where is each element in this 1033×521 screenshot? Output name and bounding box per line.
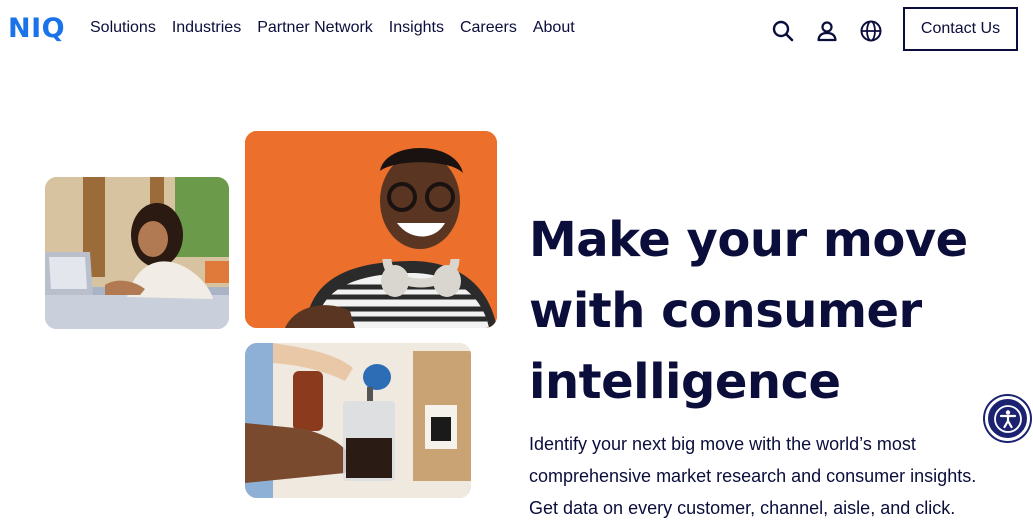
nav-item-partner-network[interactable]: Partner Network [257, 19, 373, 37]
woman-laptop-photo [45, 177, 229, 329]
nav-item-industries[interactable]: Industries [172, 19, 241, 37]
niq-logo[interactable]: NIQ [8, 12, 65, 44]
main-nav: Solutions Industries Partner Network Ins… [90, 19, 591, 37]
hero-title-line: intelligence [529, 354, 841, 410]
hero-title-line: with consumer [529, 283, 922, 339]
nav-item-solutions[interactable]: Solutions [90, 19, 156, 37]
accessibility-icon [993, 404, 1022, 433]
hero-description-line: Get data on every customer, channel, ais… [529, 498, 956, 518]
nav-item-insights[interactable]: Insights [389, 19, 444, 37]
hero-title-line: Make your move [529, 212, 968, 268]
hero-title: Make your move with consumer intelligenc… [529, 205, 1009, 418]
nav-item-about[interactable]: About [533, 19, 575, 37]
search-icon[interactable] [770, 18, 796, 44]
hero-description-line: comprehensive market research and consum… [529, 466, 977, 486]
man-headphones-photo [245, 131, 497, 328]
contact-us-button[interactable]: Contact Us [903, 7, 1018, 51]
logo-text: NIQ [8, 12, 66, 44]
hero-description: Identify your next big move with the wor… [529, 428, 1009, 521]
coffee-press-photo [245, 343, 471, 498]
accessibility-button[interactable] [985, 396, 1030, 441]
nav-item-careers[interactable]: Careers [460, 19, 517, 37]
hero-description-line: Identify your next big move with the wor… [529, 434, 916, 454]
globe-icon[interactable] [858, 18, 884, 44]
header-icons [770, 18, 902, 44]
site-header: NIQ Solutions Industries Partner Network… [0, 0, 1033, 60]
user-icon[interactable] [814, 18, 840, 44]
